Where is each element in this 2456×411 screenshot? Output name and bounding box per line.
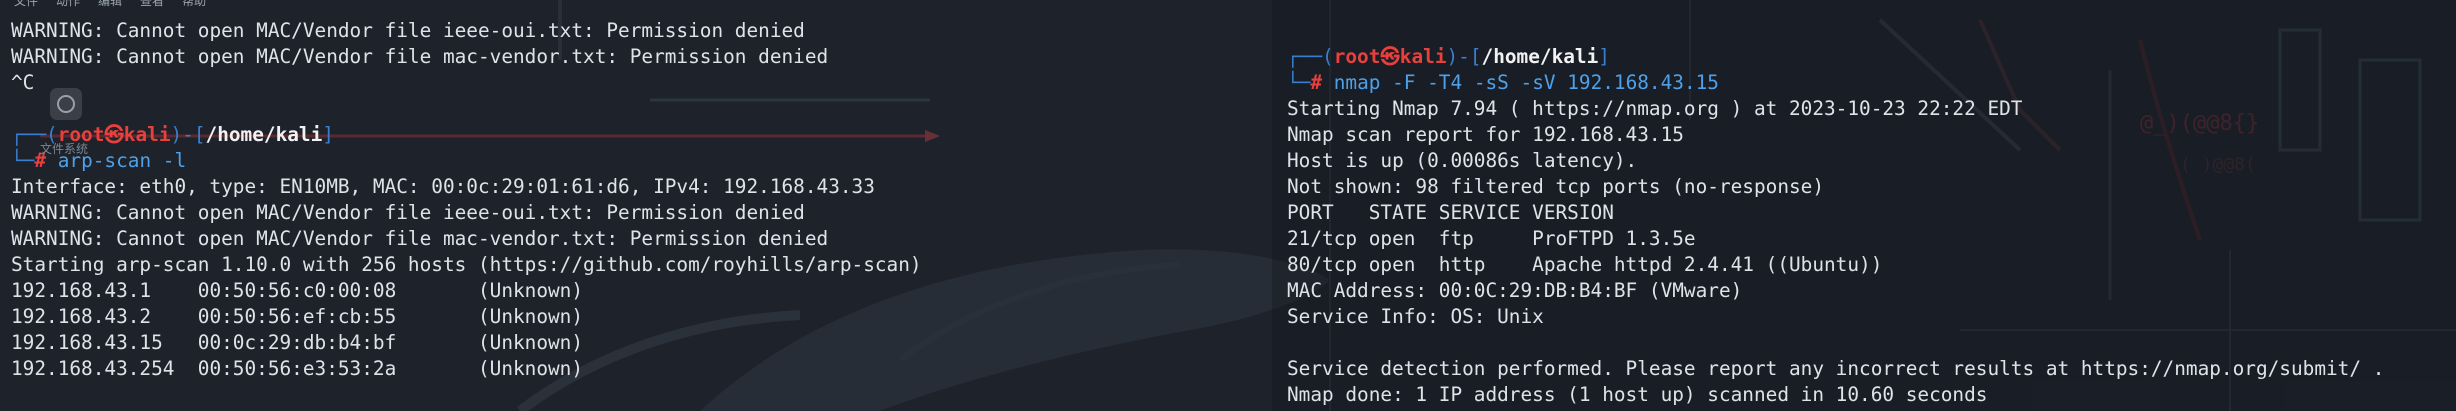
terminal-line: MAC Address: 00:0C:29:DB:B4:BF (VMware): [1287, 279, 1743, 302]
menu-help[interactable]: 帮助: [182, 0, 206, 8]
arp-result-row: 192.168.43.254 00:50:56:e3:53:2a (Unknow…: [11, 357, 584, 380]
desktop-icon-label: 文件系统: [40, 142, 89, 156]
menu-edit[interactable]: 编辑: [98, 0, 122, 8]
terminal-line: Starting arp-scan 1.10.0 with 256 hosts …: [11, 253, 922, 276]
prompt-header: ┌──(root㉿kali)-[/home/kali]: [11, 123, 334, 146]
terminal-line: Service Info: OS: Unix: [1287, 305, 1544, 328]
nmap-port-row: 21/tcp open ftp ProFTPD 1.3.5e: [1287, 227, 1696, 250]
terminal-line: WARNING: Cannot open MAC/Vendor file mac…: [11, 227, 829, 250]
terminal-line: WARNING: Cannot open MAC/Vendor file mac…: [11, 45, 829, 68]
terminal-pane-right[interactable]: ┌──(root㉿kali)-[/home/kali] └─# nmap -F …: [1272, 0, 2456, 411]
prompt-host: kali: [1399, 45, 1447, 68]
terminal-line: Starting Nmap 7.94 ( https://nmap.org ) …: [1287, 97, 2023, 120]
terminal-line: Interface: eth0, type: EN10MB, MAC: 00:0…: [11, 175, 875, 198]
prompt-path: /home/kali: [1481, 45, 1599, 68]
kali-skull-icon: ㉿: [1380, 45, 1400, 68]
terminal-line: Service detection performed. Please repo…: [1287, 357, 2385, 380]
prompt-path: /home/kali: [205, 123, 323, 146]
prompt-symbol: #: [1310, 71, 1323, 94]
terminal-output: WARNING: Cannot open MAC/Vendor file iee…: [11, 18, 922, 382]
terminal-menubar: 文件 动作 编辑 查看 帮助: [14, 0, 206, 8]
nmap-table-header: PORT STATE SERVICE VERSION: [1287, 201, 1614, 224]
nmap-port-row: 80/tcp open http Apache httpd 2.4.41 ((U…: [1287, 253, 1883, 276]
terminal-line: WARNING: Cannot open MAC/Vendor file iee…: [11, 201, 805, 224]
terminal-line: ^C: [11, 71, 35, 94]
terminal-output: ┌──(root㉿kali)-[/home/kali] └─# nmap -F …: [1287, 44, 2384, 408]
prompt-user: root: [1333, 45, 1381, 68]
terminal-line: Nmap done: 1 IP address (1 host up) scan…: [1287, 383, 1988, 406]
disk-icon: [57, 95, 75, 113]
prompt-command: └─# nmap -F -T4 -sS -sV 192.168.43.15: [1287, 71, 1719, 94]
terminal-line: Nmap scan report for 192.168.43.15: [1287, 123, 1684, 146]
menu-actions[interactable]: 动作: [56, 0, 80, 8]
terminal-line: Not shown: 98 filtered tcp ports (no-res…: [1287, 175, 1825, 198]
prompt-host: kali: [123, 123, 171, 146]
arp-result-row: 192.168.43.2 00:50:56:ef:cb:55 (Unknown): [11, 305, 584, 328]
arp-result-row: 192.168.43.15 00:0c:29:db:b4:bf (Unknown…: [11, 331, 584, 354]
filesystem-desktop-icon[interactable]: [50, 88, 82, 120]
command-text: nmap -F -T4 -sS -sV 192.168.43.15: [1333, 71, 1719, 94]
menu-view[interactable]: 查看: [140, 0, 164, 8]
prompt-header: ┌──(root㉿kali)-[/home/kali]: [1287, 45, 1610, 68]
menu-file[interactable]: 文件: [14, 0, 38, 8]
terminal-pane-left[interactable]: WARNING: Cannot open MAC/Vendor file iee…: [0, 0, 1272, 411]
kali-skull-icon: ㉿: [104, 123, 124, 146]
prompt-command: └─# arp-scan -l: [11, 149, 187, 172]
terminal-line: Host is up (0.00086s latency).: [1287, 149, 1638, 172]
terminal-line: WARNING: Cannot open MAC/Vendor file iee…: [11, 19, 805, 42]
arp-result-row: 192.168.43.1 00:50:56:c0:00:08 (Unknown): [11, 279, 584, 302]
